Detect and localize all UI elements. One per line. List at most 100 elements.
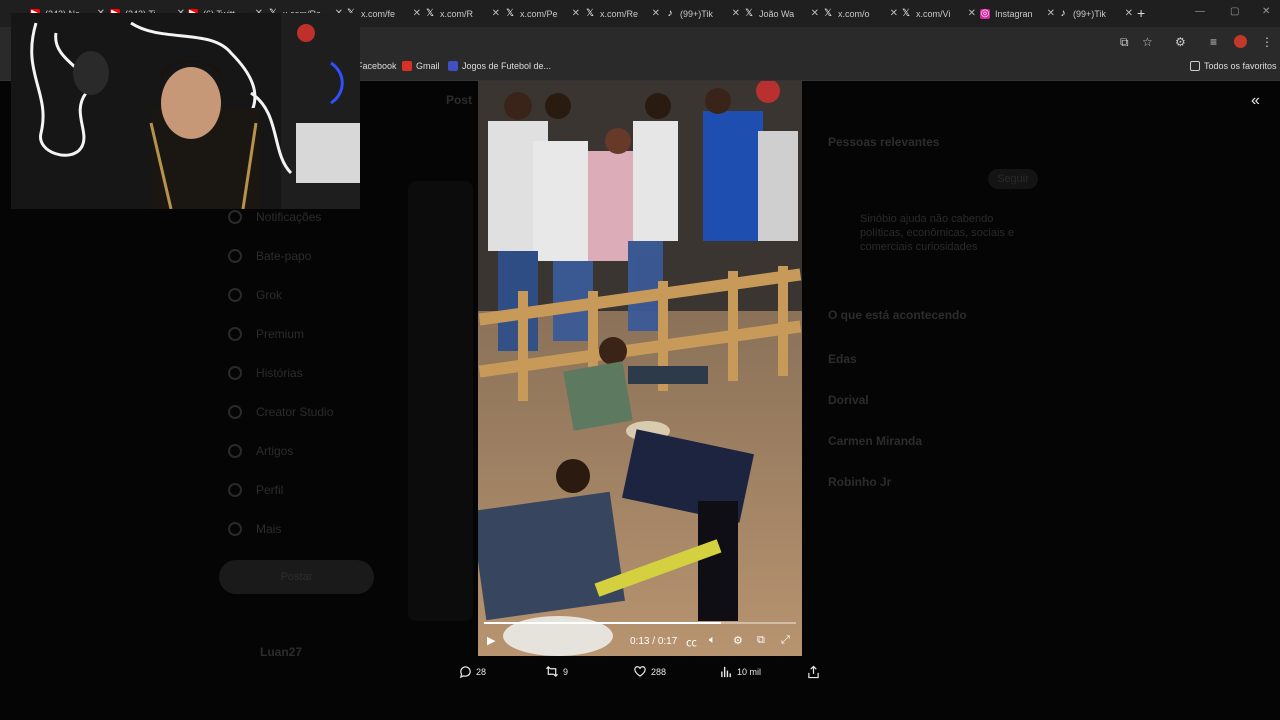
bookmark-star-icon[interactable]: ☆ [1142, 35, 1153, 49]
reply-count: 28 [476, 666, 487, 677]
sidebar-nav-label: Mais [256, 522, 282, 536]
video-time-current: 0:13 [630, 636, 650, 647]
browser-tab[interactable]: 𝕏x.com/o ✕ [823, 4, 898, 24]
browser-tab[interactable]: 𝕏 João Wa ✕ [744, 4, 819, 24]
close-tab-icon[interactable]: ✕ [652, 8, 660, 19]
share-button[interactable] [807, 665, 824, 679]
games-icon [448, 61, 458, 71]
trend-item[interactable]: Robinho Jr [828, 475, 891, 489]
x-icon: 𝕏 [585, 8, 595, 19]
sidebar-nav-item[interactable]: Artigos [228, 444, 293, 458]
browser-tab[interactable]: 𝕏x.com/Pe ✕ [505, 4, 580, 24]
trending-title: O que está acontecendo [828, 308, 967, 322]
close-window-icon[interactable]: ✕ [1262, 6, 1270, 17]
install-app-icon[interactable]: ⧉ [1120, 35, 1129, 50]
video-player[interactable] [478, 81, 802, 656]
sidebar-nav-label: Histórias [256, 366, 303, 380]
background-media [408, 181, 473, 621]
sidebar-nav-item[interactable]: Histórias [228, 366, 303, 380]
sidebar-nav-label: Premium [256, 327, 305, 341]
bookmark-facebook[interactable]: Facebook [357, 61, 397, 71]
x-icon: 𝕏 [901, 8, 911, 19]
new-tab-button[interactable]: + [1137, 5, 1145, 21]
browser-tab-label: (99+)Tik [1073, 9, 1106, 19]
follow-button[interactable]: Seguir [988, 169, 1038, 189]
folder-icon [1190, 61, 1200, 71]
volume-icon[interactable]: 🔈︎ [709, 634, 716, 647]
profile-avatar-icon[interactable] [1234, 35, 1247, 48]
sidebar-nav-label: Artigos [256, 444, 294, 458]
sidebar-nav-item[interactable]: Mais [228, 522, 281, 536]
bookmark-gmail[interactable]: Gmail [402, 61, 440, 71]
browser-tab[interactable]: 𝕏x.com/Re ✕ [585, 4, 660, 24]
x-icon: 𝕏 [425, 8, 435, 19]
sidebar-nav-item[interactable]: Perfil [228, 483, 283, 497]
x-icon: 𝕏 [823, 8, 833, 19]
close-tab-icon[interactable]: ✕ [572, 8, 580, 19]
captions-icon[interactable]: ㏄ [686, 634, 697, 650]
trend-item[interactable]: Dorival [828, 393, 869, 407]
sidebar-nav-item[interactable]: Notificações [228, 210, 321, 224]
bookmark-games[interactable]: Jogos de Futebol de... [448, 61, 551, 71]
share-icon [808, 665, 819, 679]
tiktok-icon: ♪ [667, 8, 673, 19]
nav-icon [228, 210, 242, 224]
video-time: 0:13 / 0:17 [630, 636, 678, 647]
relevant-people-title: Pessoas relevantes [828, 135, 940, 149]
tiktok-icon: ♪ [1060, 8, 1066, 19]
nav-icon [228, 522, 242, 536]
fullscreen-icon[interactable]: ⤢ [781, 634, 790, 647]
sidebar-nav-item[interactable]: Creator Studio [228, 405, 333, 419]
instagram-icon: ◎ [980, 8, 990, 19]
like-button[interactable]: 288 [633, 665, 666, 678]
browser-tab[interactable]: 𝕏x.com/Vi ✕ [901, 4, 976, 24]
nav-icon [228, 483, 242, 497]
close-tab-icon[interactable]: ✕ [811, 8, 819, 19]
menu-kebab-icon[interactable]: ⋮ [1261, 35, 1273, 49]
post-header: Post [446, 93, 473, 107]
close-tab-icon[interactable]: ✕ [1047, 8, 1055, 19]
repost-button[interactable]: 9 [545, 665, 568, 678]
browser-tab[interactable]: ♪ (99+)Tik ✕ [1058, 4, 1134, 24]
x-icon: 𝕏 [744, 8, 754, 19]
sidebar-nav-item[interactable]: Bate-papo [228, 249, 311, 263]
reply-icon [460, 666, 471, 678]
nav-icon [228, 327, 242, 341]
close-tab-icon[interactable]: ✕ [732, 8, 740, 19]
nav-icon [228, 288, 242, 302]
like-count: 288 [651, 666, 667, 677]
close-tab-icon[interactable]: ✕ [968, 8, 976, 19]
browser-tab[interactable]: 𝕏x.com/R ✕ [425, 4, 500, 24]
maximize-icon[interactable]: ▢ [1230, 6, 1239, 17]
heart-icon [634, 666, 646, 677]
media-control-icon[interactable]: ≡ [1210, 35, 1217, 49]
settings-icon[interactable]: ⚙ [733, 634, 743, 647]
close-tab-icon[interactable]: ✕ [1125, 8, 1133, 19]
sidebar-nav-item[interactable]: Premium [228, 327, 304, 341]
close-tab-icon[interactable]: ✕ [492, 8, 500, 19]
video-progress-bar[interactable] [484, 622, 796, 624]
picture-in-picture-icon[interactable]: ⧉ [757, 634, 765, 647]
views-button[interactable]: 10 mil [720, 665, 761, 678]
trend-item[interactable]: Edas [828, 352, 857, 366]
all-bookmarks[interactable]: Todos os favoritos [1190, 61, 1277, 71]
sidebar-nav-label: Perfil [256, 483, 284, 497]
close-tab-icon[interactable]: ✕ [890, 8, 898, 19]
browser-tab[interactable]: ◎ Instagran ✕ [980, 4, 1055, 24]
nav-icon [228, 249, 242, 263]
post-button[interactable]: Postar [219, 560, 374, 594]
play-icon[interactable]: ▶ [487, 634, 495, 647]
nav-icon [228, 405, 242, 419]
trend-item[interactable]: Carmen Miranda [828, 434, 922, 448]
sidebar-nav-item[interactable]: Grok [228, 288, 282, 302]
reply-button[interactable]: 28 [459, 665, 486, 678]
nav-icon [228, 366, 242, 380]
repost-count: 9 [563, 666, 569, 677]
minimize-icon[interactable]: — [1195, 6, 1205, 17]
browser-tab[interactable]: ♪ (99+)Tik ✕ [665, 4, 741, 24]
extensions-icon[interactable]: ⚙ [1175, 35, 1186, 49]
relevant-bio: Sinóbio ajuda não cabendo políticas, eco… [860, 213, 1015, 253]
views-count: 10 mil [737, 666, 762, 677]
close-tab-icon[interactable]: ✕ [413, 8, 421, 19]
collapse-panel-icon[interactable]: « [1251, 92, 1260, 110]
